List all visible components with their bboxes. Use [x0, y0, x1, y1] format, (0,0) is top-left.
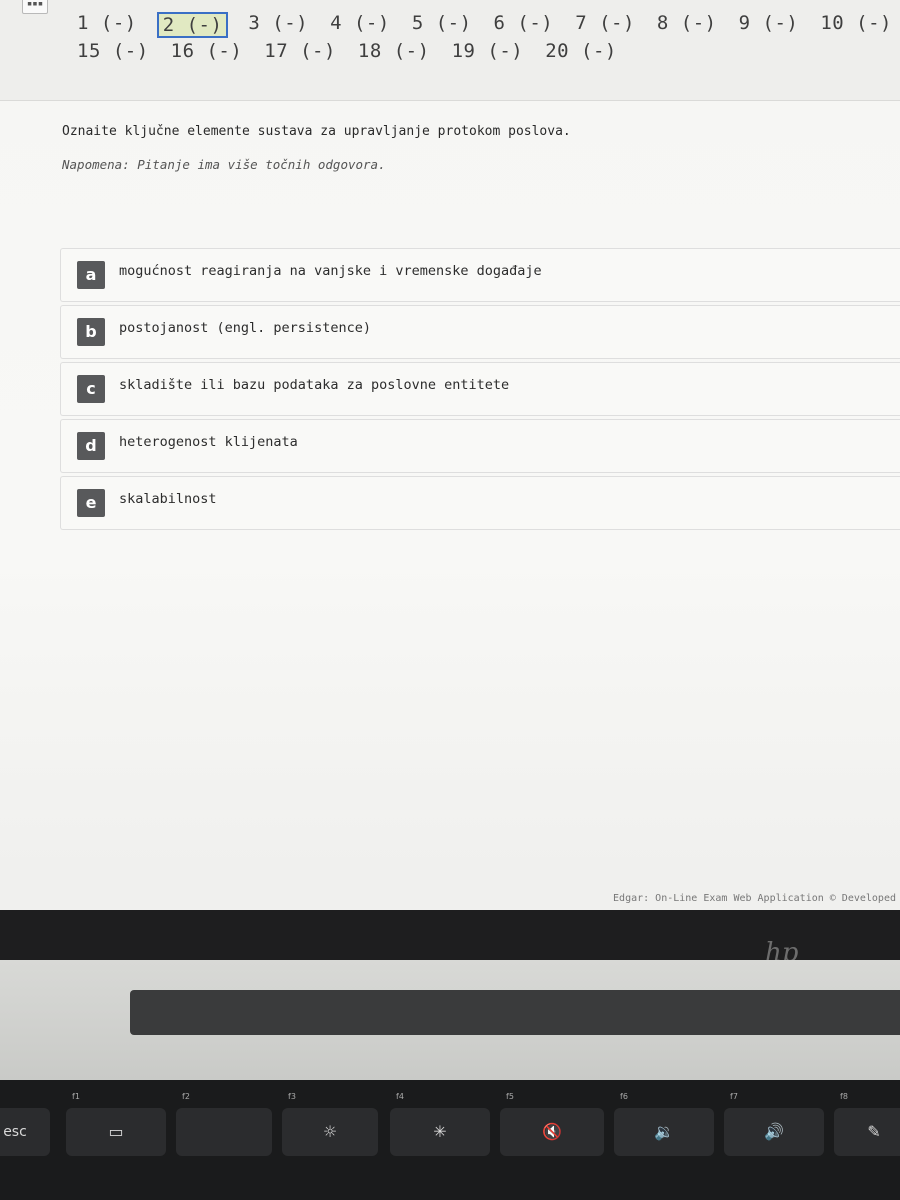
answer-option-b[interactable]: b postojanost (engl. persistence): [60, 305, 900, 359]
answer-text: skladište ili bazu podataka za poslovne …: [119, 377, 510, 393]
answer-option-e[interactable]: e skalabilnost: [60, 476, 900, 530]
answer-text: skalabilnost: [119, 491, 217, 507]
answer-letter: c: [77, 375, 105, 403]
answer-text: mogućnost reagiranja na vanjske i vremen…: [119, 263, 542, 279]
answer-letter: b: [77, 318, 105, 346]
question-nav-item[interactable]: 20 (-): [543, 40, 619, 62]
menu-grid-icon[interactable]: ▪▪▪: [22, 0, 48, 14]
question-nav-item[interactable]: 18 (-): [356, 40, 432, 62]
question-nav-item[interactable]: 1 (-): [75, 12, 139, 38]
question-nav-item[interactable]: 8 (-): [655, 12, 719, 38]
answer-text: heterogenost klijenata: [119, 434, 298, 450]
question-nav-item[interactable]: 17 (-): [262, 40, 338, 62]
volume-down-icon[interactable]: f6 🔉: [614, 1092, 714, 1156]
question-navigation: ▪▪▪ 1 (-) 2 (-) 3 (-) 4 (-) 5 (-) 6 (-) …: [0, 0, 900, 101]
answer-option-a[interactable]: a mogućnost reagiranja na vanjske i vrem…: [60, 248, 900, 302]
question-note: Napomena: Pitanje ima više točnih odgovo…: [62, 157, 386, 172]
answer-list: a mogućnost reagiranja na vanjske i vrem…: [60, 248, 900, 533]
keyboard: esc f1 ▭ f2 f3 ☼ f4 ✳ f5 🔇 f6 🔉 f7 🔊 f8 ✎: [0, 1080, 900, 1200]
display-mode-key-icon[interactable]: f1 ▭: [66, 1092, 166, 1156]
answer-option-c[interactable]: c skladište ili bazu podataka za poslovn…: [60, 362, 900, 416]
question-nav-item[interactable]: 10 (-): [818, 12, 894, 38]
answer-letter: a: [77, 261, 105, 289]
question-nav-row-1: 1 (-) 2 (-) 3 (-) 4 (-) 5 (-) 6 (-) 7 (-…: [75, 12, 894, 38]
question-nav-item[interactable]: 19 (-): [450, 40, 526, 62]
key-esc[interactable]: esc: [0, 1108, 50, 1156]
app-footer: Edgar: On-Line Exam Web Application © De…: [613, 893, 896, 904]
question-nav-item[interactable]: 6 (-): [492, 12, 556, 38]
question-content: Oznaite ključne elemente sustava za upra…: [62, 118, 882, 172]
question-nav-item[interactable]: 4 (-): [328, 12, 392, 38]
question-nav-item[interactable]: 5 (-): [410, 12, 474, 38]
question-nav-row-2: 15 (-) 16 (-) 17 (-) 18 (-) 19 (-) 20 (-…: [75, 40, 619, 62]
brightness-down-icon[interactable]: f3 ☼: [282, 1092, 378, 1156]
brightness-up-icon[interactable]: f4 ✳: [390, 1092, 490, 1156]
answer-letter: e: [77, 489, 105, 517]
answer-text: postojanost (engl. persistence): [119, 320, 371, 336]
mic-mute-icon[interactable]: f8 ✎: [834, 1092, 900, 1156]
question-nav-item[interactable]: 15 (-): [75, 40, 151, 62]
question-nav-item[interactable]: 7 (-): [573, 12, 637, 38]
laptop-bezel: hp: [0, 880, 900, 968]
laptop-hinge: [0, 960, 900, 1080]
answer-letter: d: [77, 432, 105, 460]
question-nav-item[interactable]: 9 (-): [737, 12, 801, 38]
volume-up-icon[interactable]: f7 🔊: [724, 1092, 824, 1156]
question-nav-item[interactable]: 16 (-): [169, 40, 245, 62]
question-text: Oznaite ključne elemente sustava za upra…: [62, 124, 571, 139]
question-nav-item-current[interactable]: 2 (-): [156, 12, 229, 38]
blank-function-key[interactable]: f2: [176, 1092, 272, 1156]
hinge-slot: [130, 990, 900, 1035]
answer-option-d[interactable]: d heterogenost klijenata: [60, 419, 900, 473]
mute-icon[interactable]: f5 🔇: [500, 1092, 604, 1156]
question-nav-item[interactable]: 3 (-): [246, 12, 310, 38]
exam-screen: ▪▪▪ 1 (-) 2 (-) 3 (-) 4 (-) 5 (-) 6 (-) …: [0, 0, 900, 920]
